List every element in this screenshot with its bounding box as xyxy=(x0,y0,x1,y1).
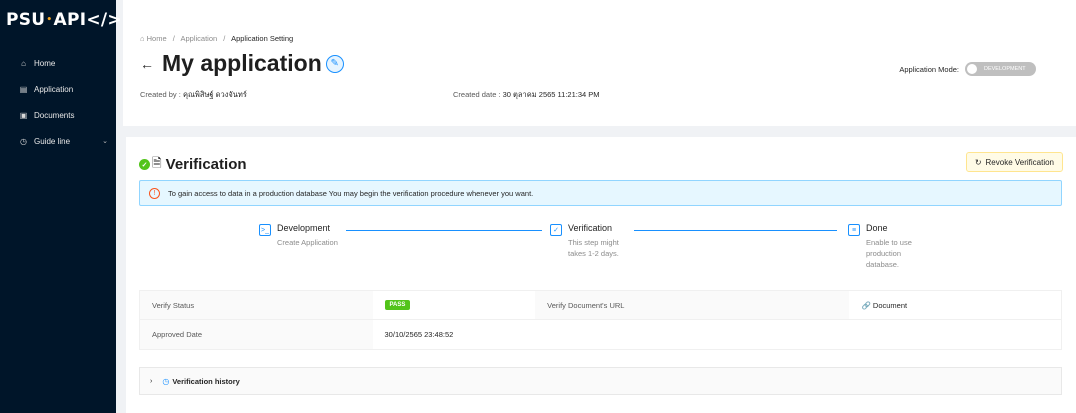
created-date-label: Created date : xyxy=(453,90,501,99)
chevron-right-icon: › xyxy=(150,377,153,385)
step-desc-line: This step might xyxy=(568,238,619,247)
sidebar-item-guide-line[interactable]: ◷ Guide line ⌄ xyxy=(0,128,116,154)
step-verification: ✓ Verification This step might takes 1-2… xyxy=(550,223,619,259)
created-by: Created by : คุณพิสิษฐ์ ดวงจันทร์ xyxy=(140,89,247,101)
logo-suffix: API</> xyxy=(53,10,122,30)
terminal-icon: >_ xyxy=(259,224,271,236)
verification-title: ✓ 🗎 Verification xyxy=(139,154,247,175)
history-clock-icon: ◷ xyxy=(162,376,170,386)
step-desc: Enable to use production database. xyxy=(866,237,912,270)
step-desc: Create Application xyxy=(277,238,338,247)
sidebar-item-label: Guide line xyxy=(34,136,71,146)
verification-history-collapse[interactable]: › ◷ Verification history xyxy=(139,367,1062,395)
back-arrow-icon[interactable]: ← xyxy=(140,56,154,72)
mode-value: DEVELOPMENT xyxy=(984,66,1026,72)
breadcrumb: ⌂ Home / Application / Application Setti… xyxy=(140,34,293,43)
home-icon: ⌂ xyxy=(140,34,145,43)
step-title: Verification xyxy=(568,223,613,233)
application-mode: Application Mode: DEVELOPMENT xyxy=(899,62,1036,76)
check-circle-icon: ✓ xyxy=(139,159,150,170)
step-desc-line: database. xyxy=(866,260,899,269)
done-doc-icon: ≡ xyxy=(848,224,860,236)
status-badge: PASS xyxy=(384,300,411,310)
sidebar-item-label: Home xyxy=(34,58,56,68)
breadcrumb-separator: / xyxy=(223,34,226,43)
step-development: >_ Development Create Application xyxy=(259,223,338,248)
edit-title-button[interactable]: ✎ xyxy=(325,54,344,73)
sidebar-item-label: Documents xyxy=(34,110,75,120)
exclamation-circle-icon: ! xyxy=(149,187,160,199)
step-title: Done xyxy=(866,223,888,233)
revoke-icon: ↻ xyxy=(974,157,982,167)
table-row: Verify Status PASS Verify Document's URL… xyxy=(139,290,1062,320)
sidebar: PSU • API</> ⌂ Home ▤ Application ▣ Docume… xyxy=(0,0,122,413)
created-date-value: 30 ตุลาคม 2565 11:21:34 PM xyxy=(502,90,600,99)
revoke-label: Revoke Verification xyxy=(985,157,1054,167)
sidebar-item-home[interactable]: ⌂ Home xyxy=(0,50,116,76)
help-circle-icon: ◷ xyxy=(20,136,27,146)
breadcrumb-separator: / xyxy=(172,34,175,43)
created-by-label: Created by : xyxy=(140,90,181,99)
alert-text: To gain access to data in a production d… xyxy=(168,188,534,198)
psu-api-logo[interactable]: PSU • API</> xyxy=(0,0,122,40)
verify-doc-icon: ✓ xyxy=(550,224,562,236)
page-header: ⌂ Home / Application / Application Setti… xyxy=(123,0,1076,126)
sidebar-nav: ⌂ Home ▤ Application ▣ Documents ◷ Guide… xyxy=(0,50,116,154)
created-date: Created date : 30 ตุลาคม 2565 11:21:34 P… xyxy=(453,89,600,101)
logo-dot: • xyxy=(46,15,53,25)
verification-card: ✓ 🗎 Verification ↻ Revoke Verification !… xyxy=(126,137,1076,413)
info-alert: ! To gain access to data in a production… xyxy=(139,180,1062,206)
verification-title-text: Verification xyxy=(165,156,247,173)
mode-label: Application Mode: xyxy=(899,64,959,74)
doc-url-cell: 🔗 Document xyxy=(849,291,1061,319)
verification-details-table: Verify Status PASS Verify Document's URL… xyxy=(139,290,1062,350)
approved-date-value: 30/10/2565 23:48:52 xyxy=(384,330,454,339)
step-connector xyxy=(346,230,542,231)
chevron-down-icon: ⌄ xyxy=(102,138,108,145)
created-by-value: คุณพิสิษฐ์ ดวงจันทร์ xyxy=(182,90,247,99)
step-title: Development xyxy=(277,223,331,233)
document-link-text: Document xyxy=(872,300,908,310)
breadcrumb-application[interactable]: Application xyxy=(181,34,218,43)
verify-status-cell: PASS xyxy=(373,291,536,319)
document-icon: ▣ xyxy=(19,110,28,120)
breadcrumb-home[interactable]: Home xyxy=(147,34,167,43)
verification-steps: >_ Development Create Application ✓ Veri… xyxy=(126,223,1076,283)
step-desc: This step might takes 1-2 days. xyxy=(568,237,619,259)
app-icon: ▤ xyxy=(19,84,28,94)
logo-prefix: PSU xyxy=(6,10,46,30)
verified-doc-icon: 🗎 xyxy=(152,156,162,170)
revoke-verification-button[interactable]: ↻ Revoke Verification xyxy=(965,152,1063,172)
breadcrumb-current: Application Setting xyxy=(231,34,294,43)
link-icon: 🔗 xyxy=(861,300,871,310)
title-row: ← My application ✎ xyxy=(140,50,344,77)
step-done: ≡ Done Enable to use production database… xyxy=(848,223,912,270)
step-desc-line: takes 1-2 days. xyxy=(568,249,619,258)
step-desc-line: Enable to use xyxy=(866,238,912,247)
verify-status-label: Verify Status xyxy=(140,291,373,319)
document-link[interactable]: 🔗 Document xyxy=(861,301,907,310)
sidebar-item-application[interactable]: ▤ Application xyxy=(0,76,116,102)
step-connector xyxy=(634,230,837,231)
sidebar-item-documents[interactable]: ▣ Documents xyxy=(0,102,116,128)
step-desc-line: production xyxy=(866,249,902,258)
verification-history-label: Verification history xyxy=(172,376,240,386)
table-row: Approved Date 30/10/2565 23:48:52 xyxy=(139,320,1062,350)
sidebar-item-label: Application xyxy=(34,84,74,94)
toggle-knob xyxy=(967,64,977,74)
page-title: My application xyxy=(162,50,322,76)
approved-date-label: Approved Date xyxy=(140,320,373,349)
doc-url-label: Verify Document's URL xyxy=(535,291,850,319)
home-icon: ⌂ xyxy=(21,58,26,68)
mode-toggle[interactable]: DEVELOPMENT xyxy=(965,62,1036,76)
